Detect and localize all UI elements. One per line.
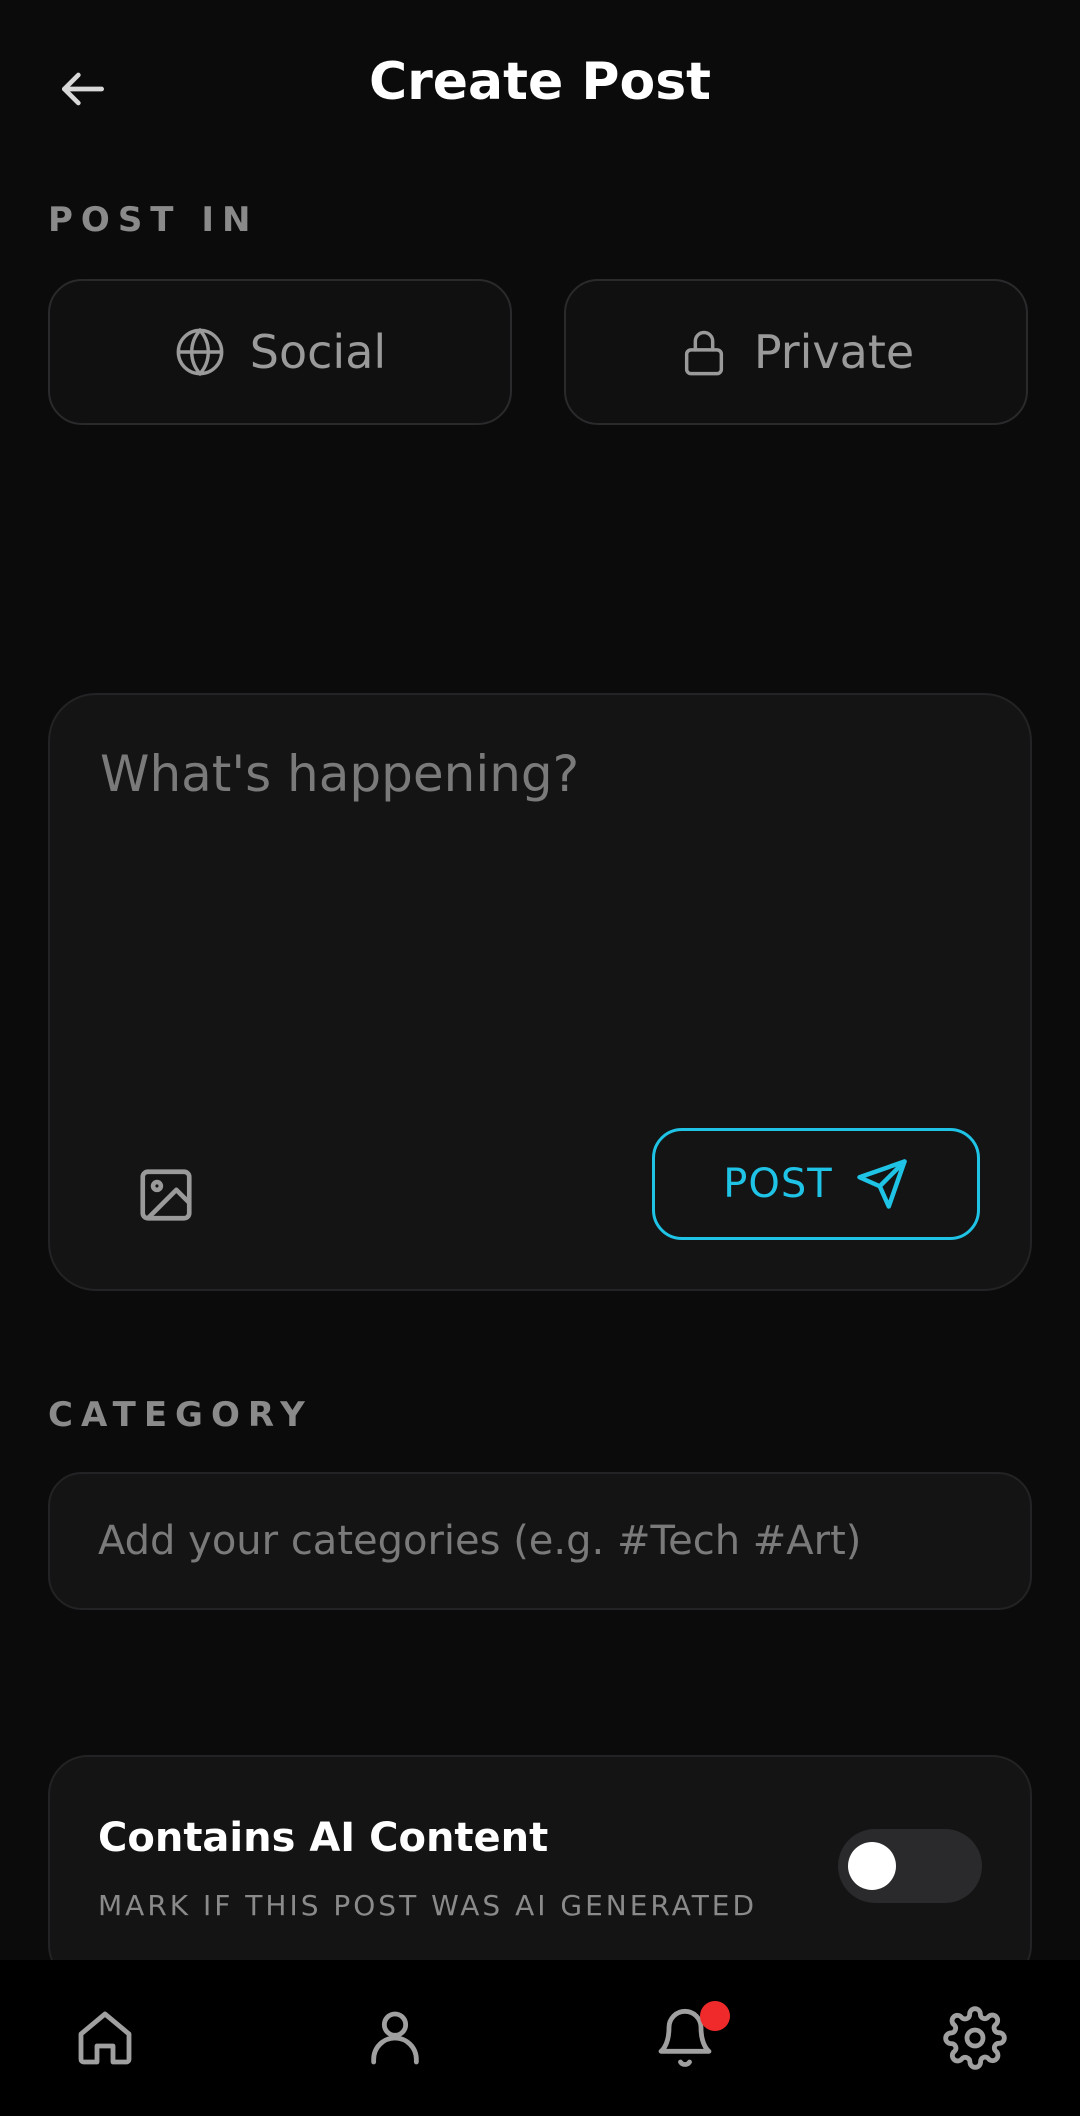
send-icon	[856, 1159, 907, 1209]
private-option-button[interactable]: Private	[564, 279, 1028, 425]
social-option-button[interactable]: Social	[48, 279, 512, 425]
ai-content-toggle[interactable]	[838, 1829, 982, 1903]
notification-badge	[700, 2001, 730, 2031]
add-image-button[interactable]	[126, 1155, 206, 1235]
category-label: CATEGORY	[48, 1395, 313, 1435]
post-button-label: POST	[723, 1161, 833, 1207]
post-in-label: POST IN	[48, 200, 259, 240]
nav-home[interactable]	[55, 1988, 155, 2088]
gear-icon	[943, 2006, 1007, 2070]
lock-icon	[684, 330, 723, 376]
post-composer: POST	[48, 693, 1032, 1291]
toggle-knob	[848, 1842, 896, 1890]
image-icon	[140, 1169, 192, 1221]
nav-settings[interactable]	[925, 1988, 1025, 2088]
ai-content-subtitle: MARK IF THIS POST WAS AI GENERATED	[98, 1889, 758, 1922]
social-option-label: Social	[249, 325, 387, 379]
ai-content-title: Contains AI Content	[98, 1815, 549, 1861]
nav-profile[interactable]	[345, 1988, 445, 2088]
category-input[interactable]	[48, 1472, 1032, 1610]
post-text-input[interactable]	[98, 743, 982, 1047]
page-title: Create Post	[368, 52, 712, 112]
home-icon	[78, 2011, 132, 2065]
private-option-label: Private	[753, 325, 915, 379]
globe-icon	[176, 327, 224, 377]
post-button[interactable]: POST	[652, 1128, 980, 1240]
user-icon	[371, 2011, 419, 2065]
bottom-nav	[0, 1960, 1080, 2116]
header: Create Post	[0, 0, 1080, 180]
ai-content-card: Contains AI Content MARK IF THIS POST WA…	[48, 1755, 1032, 1985]
